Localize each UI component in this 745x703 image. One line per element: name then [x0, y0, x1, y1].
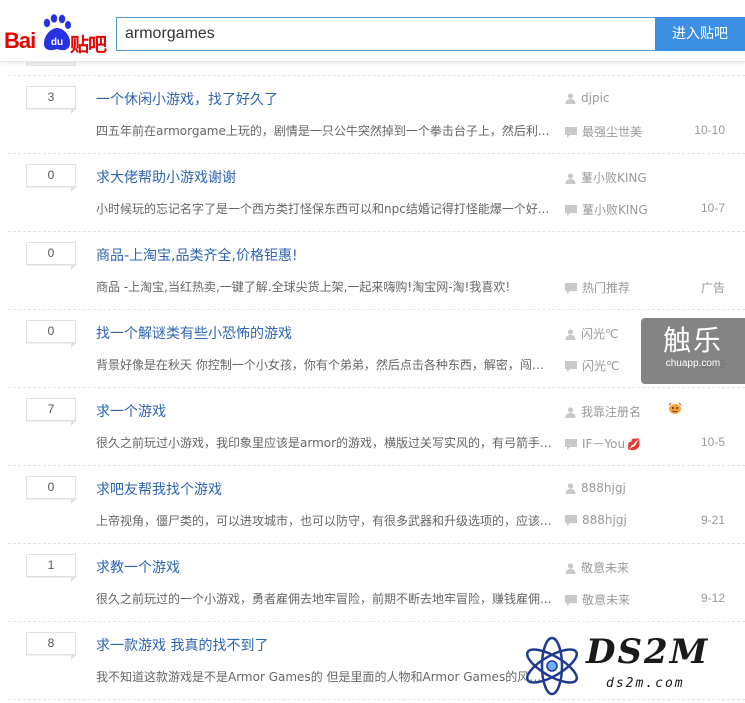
thread-row: 1 求教一个游戏 很久之前玩过的一个小游戏，勇者雇佣去地牢冒险，前期不断去地牢冒… [8, 544, 745, 622]
reply-count: 8 [26, 632, 77, 660]
reply-count: 1 [26, 554, 77, 582]
thread-author[interactable]: 敬意未来 [565, 559, 629, 576]
chat-bubble-icon [565, 283, 577, 294]
last-reply-user[interactable]: 888hjgj [565, 513, 627, 527]
last-reply-time: 10-7 [700, 201, 725, 215]
last-reply-name: 蓳小败KING [582, 203, 648, 217]
thread-author[interactable]: 闪光℃ [565, 325, 618, 342]
last-reply-user[interactable]: 敬意未来 [565, 591, 630, 608]
chat-bubble-icon [565, 205, 577, 216]
reply-count: 0 [26, 320, 77, 348]
thread-abstract: 商品 -上淘宝,当红热卖,一键了解.全球尖货上架,一起来嗨购!淘宝网-淘!我喜欢… [96, 280, 511, 294]
chuapp-watermark-title: 触乐 [662, 324, 723, 357]
thread-title-link[interactable]: 找一个解谜类有些小恐怖的游戏 [96, 323, 292, 343]
last-reply-user[interactable]: 蓳小败KING [565, 201, 648, 218]
author-name: 蓳小败KING [581, 171, 647, 185]
last-reply-user[interactable]: 最强尘世美 [565, 123, 642, 140]
thread-row: 0 找一个解谜类有些小恐怖的游戏 背景好像是在秋天 你控制一个小女孩，你有个弟弟… [8, 310, 745, 388]
last-reply-user[interactable]: 热门推荐 [565, 279, 630, 296]
enter-tieba-button[interactable]: 进入贴吧 [655, 17, 745, 51]
thread-title-link[interactable]: 求一个游戏 [96, 401, 166, 421]
thread-abstract: 很久之前玩过小游戏，我印象里应该是armor的游戏，横版过关写实风的，有弓箭手.… [96, 436, 552, 450]
reply-count: 0 [26, 476, 77, 504]
thread-title-link[interactable]: 求一款游戏 我真的找不到了 [96, 635, 268, 655]
thread-author[interactable]: 888hjgj [565, 481, 626, 495]
user-icon [565, 483, 576, 494]
reply-count: 0 [26, 242, 77, 270]
last-reply-time: 10-10 [694, 123, 725, 137]
thread-author[interactable]: djpic [565, 91, 610, 105]
header-bar: Bai du 贴吧 armorgames 进入贴吧 [0, 0, 745, 62]
last-reply-name: 闪光℃ [582, 359, 620, 373]
ds2m-watermark-domain: ds2m.com [606, 676, 685, 691]
user-icon [565, 93, 576, 104]
author-name: 闪光℃ [581, 327, 619, 341]
last-reply-user[interactable]: 闪光℃ [565, 357, 619, 374]
chat-bubble-icon [565, 127, 577, 138]
author-name: 敬意未来 [581, 561, 630, 575]
chat-bubble-icon [565, 361, 577, 372]
thread-row: 3 一个休闲小游戏，找了好久了 四五年前在armorgame上玩的，剧情是一只公… [8, 76, 745, 154]
author-name: 888hjgj [581, 481, 626, 495]
chuapp-watermark-domain: chuapp.com [665, 358, 721, 369]
last-reply-time: 10-5 [700, 435, 725, 449]
user-icon [565, 407, 576, 418]
thread-row-ad: 0 商品-上淘宝,品类齐全,价格钜惠! 商品 -上淘宝,当红热卖,一键了解.全球… [8, 232, 745, 310]
paw-icon: du [43, 14, 71, 51]
thread-title-link[interactable]: 求教一个游戏 [96, 557, 180, 577]
thread-list: 3 一个休闲小游戏，找了好久了 四五年前在armorgame上玩的，剧情是一只公… [8, 58, 745, 700]
ds2m-watermark-name: DS2M [586, 632, 710, 672]
thread-author[interactable]: 我靠注册名 [565, 403, 641, 420]
logo-text-tieba: 贴吧 [70, 34, 107, 56]
last-reply-time: 9-12 [700, 591, 725, 605]
atom-logo-icon [525, 636, 579, 696]
thread-title-link[interactable]: 求吧友帮我找个游戏 [96, 479, 222, 499]
logo-text-du: du [51, 37, 63, 48]
reply-count: 3 [26, 86, 77, 114]
thread-title-link[interactable]: 一个休闲小游戏，找了好久了 [96, 89, 278, 109]
reply-count: 7 [26, 398, 77, 426]
thread-row: 0 求吧友帮我找个游戏 上帝视角，僵尸类的，可以进攻城市，也可以防守，有很多武器… [8, 466, 745, 544]
user-icon [565, 329, 576, 340]
last-reply-name: 最强尘世美 [582, 125, 643, 139]
last-reply-time: 9-21 [700, 513, 725, 527]
search-input[interactable]: armorgames [116, 17, 656, 51]
thread-author[interactable]: 蓳小败KING [565, 169, 647, 186]
thread-abstract: 四五年前在armorgame上玩的，剧情是一只公牛突然掉到一个拳击台子上，然后利… [96, 124, 550, 138]
reply-count: 0 [26, 164, 77, 192]
author-name: djpic [581, 91, 610, 105]
previous-thread-stub [8, 58, 745, 76]
last-reply-name: 敬意未来 [582, 593, 631, 607]
user-icon [565, 173, 576, 184]
thread-abstract: 背景好像是在秋天 你控制一个小女孩，你有个弟弟，然后点击各种东西，解密，闯关..… [96, 358, 552, 372]
chat-bubble-icon [565, 595, 577, 606]
thread-abstract: 很久之前玩过的一个小游戏，勇者雇佣去地牢冒险，前期不断去地牢冒险，赚钱雇佣... [96, 592, 552, 606]
author-name: 我靠注册名 [581, 405, 642, 419]
chat-bubble-icon [565, 439, 577, 450]
lips-emoji-icon: 💋 [627, 438, 641, 451]
chuapp-watermark: 触乐 chuapp.com [641, 318, 745, 384]
baidu-tieba-logo[interactable]: Bai du 贴吧 [4, 14, 112, 56]
thread-abstract: 我不知道这款游戏是不是Armor Games的 但是里面的人物和Armor Ga… [96, 670, 552, 684]
thread-abstract: 小时候玩的忘记名字了是一个西方类打怪保东西可以和npc结婚记得打怪能爆一个好..… [96, 202, 550, 216]
logo-text-bai: Bai [4, 28, 36, 53]
thread-abstract: 上帝视角，僵尸类的，可以进攻城市，也可以防守，有很多武器和升级选项的，应该... [96, 514, 552, 528]
chat-bubble-icon [565, 515, 577, 526]
face-emoji-icon [668, 402, 682, 414]
thread-title-link[interactable]: 商品-上淘宝,品类齐全,价格钜惠! [96, 245, 298, 265]
last-reply-name: IF－You [582, 437, 626, 451]
last-reply-name: 热门推荐 [582, 281, 631, 295]
last-reply-name: 888hjgj [582, 513, 627, 527]
thread-title-link[interactable]: 求大佬帮助小游戏谢谢 [96, 167, 236, 187]
thread-row: 0 求大佬帮助小游戏谢谢 小时候玩的忘记名字了是一个西方类打怪保东西可以和npc… [8, 154, 745, 232]
thread-row: 7 求一个游戏 很久之前玩过小游戏，我印象里应该是armor的游戏，横版过关写实… [8, 388, 745, 466]
ad-label: 广告 [700, 281, 725, 295]
ds2m-watermark: DS2M ds2m.com [520, 628, 745, 703]
last-reply-user[interactable]: IF－You 💋 [565, 435, 641, 452]
user-icon [565, 563, 576, 574]
